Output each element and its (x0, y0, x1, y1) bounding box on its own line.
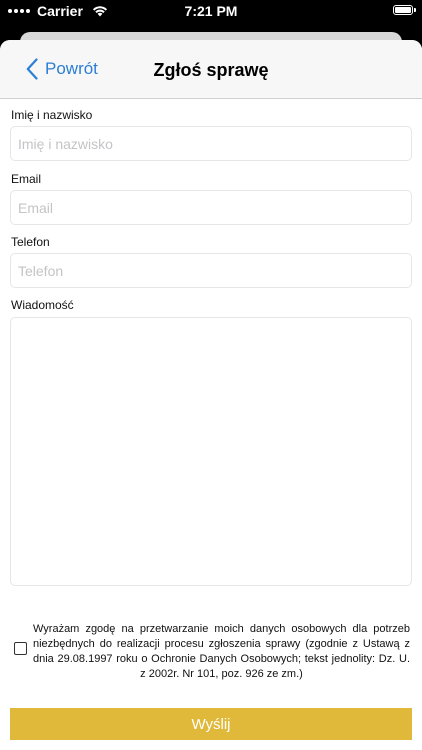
page-title: Zgłoś sprawę (153, 60, 269, 80)
message-label: Wiadomość (11, 298, 74, 312)
navigation-bar: Powrót Zgłoś sprawę (0, 40, 422, 99)
message-field[interactable] (10, 317, 412, 586)
phone-label: Telefon (11, 235, 50, 249)
email-field[interactable] (10, 190, 412, 225)
email-label: Email (11, 172, 42, 186)
name-field[interactable] (10, 126, 412, 161)
consent-checkbox[interactable] (14, 642, 27, 655)
name-label: Imię i nazwisko (11, 108, 93, 122)
submit-button[interactable]: Wyślij (10, 708, 412, 740)
battery-icon (393, 5, 416, 15)
phone-field[interactable] (10, 253, 412, 288)
status-bar: Carrier 7:21 PM (0, 0, 422, 22)
status-bar-time: 7:21 PM (184, 3, 238, 19)
modal-sheet: Powrót Zgłoś sprawę Imię i nazwisko Emai… (0, 40, 422, 750)
consent-text: Wyrażam zgodę na przetwarzanie moich dan… (33, 623, 410, 680)
